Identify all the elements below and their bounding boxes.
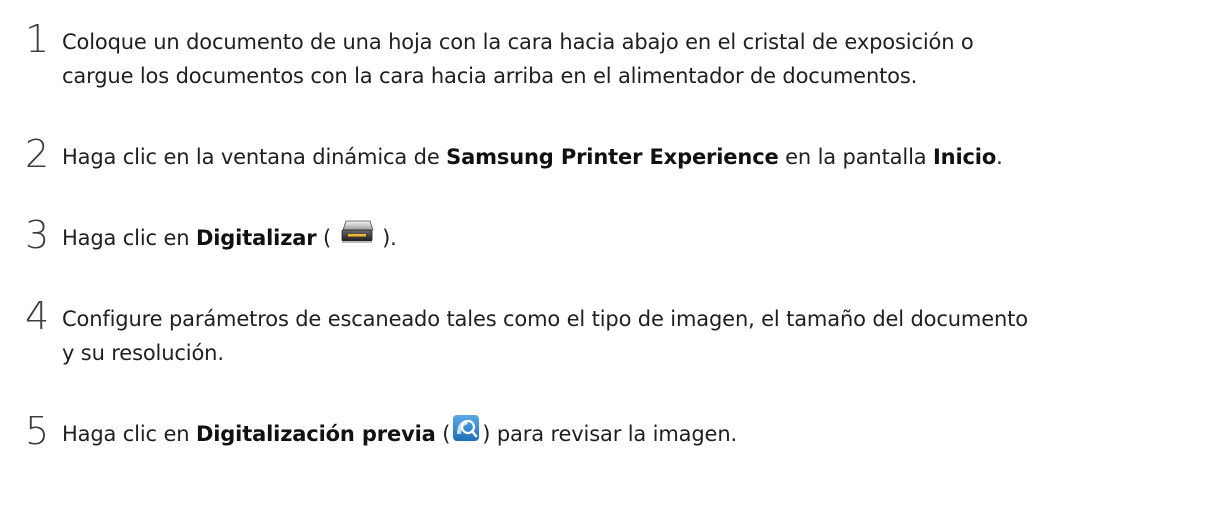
step-text: Haga clic en Digitalizar ( ). (62, 219, 1212, 255)
step-text-post: . (996, 145, 1003, 169)
scan-label: Digitalizar (195, 226, 317, 250)
paren-close-text: ) para revisar la imagen. (482, 422, 738, 446)
step-text-pre: Haga clic en (62, 422, 196, 446)
step-text-line-1: Configure parámetros de escaneado tales … (62, 307, 1028, 331)
step-number: 3 (25, 213, 50, 257)
step-text-mid: en la pantalla (778, 145, 933, 169)
step-text: Configure parámetros de escaneado tales … (62, 302, 1212, 370)
step-number: 1 (25, 17, 50, 61)
step-text-line-1: Coloque un documento de una hoja con la … (62, 30, 974, 54)
step-number: 5 (25, 409, 50, 453)
home-screen-label: Inicio (933, 145, 997, 169)
preview-scan-label: Digitalización previa (195, 422, 436, 446)
step-text: Haga clic en la ventana dinámica de Sams… (62, 140, 1212, 174)
paren-open: ( (435, 422, 451, 446)
step-number: 4 (25, 294, 50, 338)
step-text: Coloque un documento de una hoja con la … (62, 25, 1212, 93)
app-name-label: Samsung Printer Experience (446, 145, 779, 169)
paren-open: ( (316, 226, 338, 250)
step-text-pre: Haga clic en (62, 226, 196, 250)
step-text: Haga clic en Digitalización previa ( ) p… (62, 414, 1212, 452)
step-text-pre: Haga clic en la ventana dinámica de (62, 145, 447, 169)
step-text-line-2: cargue los documentos con la cara hacia … (62, 64, 918, 88)
preview-scan-icon (452, 414, 480, 452)
scanner-icon (340, 219, 374, 255)
step-text-line-2: y su resolución. (62, 341, 224, 365)
paren-close: ). (375, 226, 397, 250)
step-number: 2 (25, 132, 50, 176)
